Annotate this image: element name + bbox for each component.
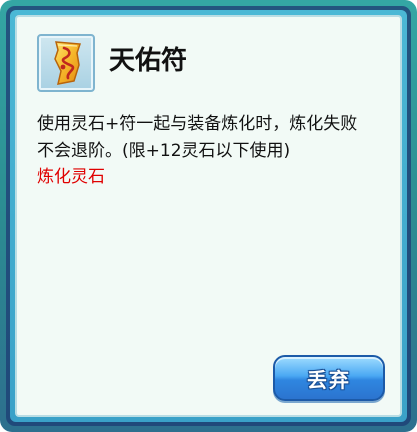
discard-button[interactable]: 丢弃 <box>273 355 385 401</box>
item-category-tag: 炼化灵石 <box>37 167 105 187</box>
talisman-icon <box>54 41 82 85</box>
item-tooltip-window: 天佑符 使用灵石+符一起与装备炼化时，炼化失败不会退阶。(限+12灵石以下使用)… <box>0 0 417 432</box>
item-name: 天佑符 <box>109 46 188 76</box>
discard-button-label: 丢弃 <box>307 367 351 392</box>
window-inner-border: 天佑符 使用灵石+符一起与装备炼化时，炼化失败不会退阶。(限+12灵石以下使用)… <box>10 10 407 422</box>
item-icon-slot <box>37 34 95 92</box>
item-description: 使用灵石+符一起与装备炼化时，炼化失败不会退阶。(限+12灵石以下使用) <box>37 114 358 161</box>
window-border: 天佑符 使用灵石+符一起与装备炼化时，炼化失败不会退阶。(限+12灵石以下使用)… <box>6 6 411 426</box>
item-info-panel: 天佑符 使用灵石+符一起与装备炼化时，炼化失败不会退阶。(限+12灵石以下使用)… <box>15 15 402 417</box>
